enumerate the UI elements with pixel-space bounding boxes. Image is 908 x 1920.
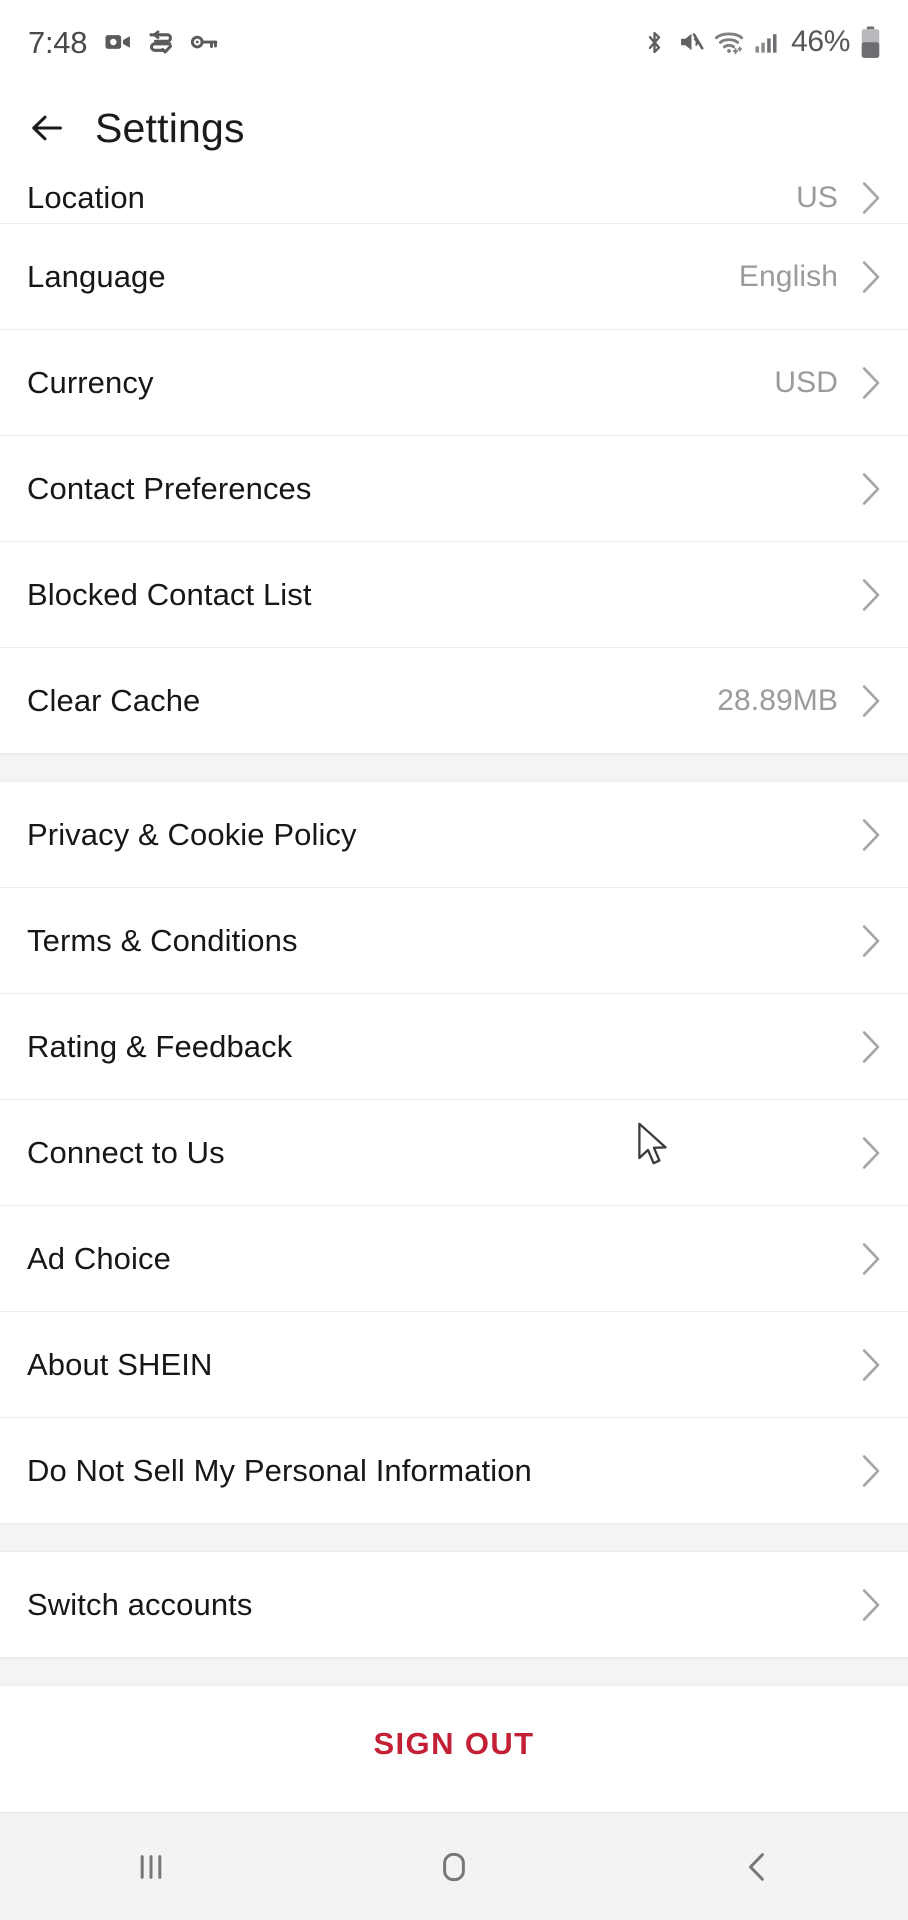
section-divider <box>0 754 908 782</box>
settings-row-label: Terms & Conditions <box>27 923 298 958</box>
settings-row[interactable]: Connect to Us <box>0 1100 908 1206</box>
settings-row-label: Ad Choice <box>27 1241 171 1276</box>
chevron-right-icon <box>860 181 882 215</box>
settings-row-label: Connect to Us <box>27 1135 225 1170</box>
battery-percentage-label: 46% <box>791 25 850 58</box>
chevron-right-icon <box>860 1588 882 1622</box>
sign-out-label: SIGN OUT <box>373 1726 535 1761</box>
system-navigation-bar <box>0 1812 908 1920</box>
chevron-right-icon <box>860 1136 882 1170</box>
settings-row-value: USD <box>774 366 838 399</box>
settings-row[interactable]: Switch accounts <box>0 1552 908 1658</box>
settings-row-label: Blocked Contact List <box>27 577 312 612</box>
status-bar-clock: 7:48 <box>28 24 88 60</box>
settings-row-label: Switch accounts <box>27 1587 253 1622</box>
settings-row-label: Contact Preferences <box>27 471 312 506</box>
chevron-right-icon <box>860 1242 882 1276</box>
chevron-right-icon <box>860 1030 882 1064</box>
settings-row-label: Language <box>27 259 166 294</box>
settings-list[interactable]: Location US Language English Currency USD Cont… <box>0 172 908 1812</box>
section-divider <box>0 1524 908 1552</box>
back-arrow-icon[interactable] <box>25 106 69 150</box>
key-icon <box>189 27 219 57</box>
settings-row[interactable]: Privacy & Cookie Policy <box>0 782 908 888</box>
settings-row[interactable]: Currency USD <box>0 330 908 436</box>
settings-row[interactable]: Blocked Contact List <box>0 542 908 648</box>
settings-row-label: Clear Cache <box>27 683 201 718</box>
chevron-right-icon <box>860 578 882 612</box>
status-bar-left: 7:48 <box>28 27 219 58</box>
sign-out-button[interactable]: SIGN OUT <box>0 1686 908 1802</box>
chevron-right-icon <box>860 924 882 958</box>
chevron-right-icon <box>860 1348 882 1382</box>
nav-back-icon[interactable] <box>682 1813 832 1920</box>
data-saver-check-icon <box>146 27 176 57</box>
home-icon[interactable] <box>379 1813 529 1920</box>
settings-row[interactable]: Clear Cache 28.89MB <box>0 648 908 754</box>
chevron-right-icon <box>860 260 882 294</box>
settings-row-label: Privacy & Cookie Policy <box>27 817 357 852</box>
battery-icon <box>859 26 882 59</box>
settings-row-value: English <box>738 260 838 293</box>
settings-row-label: Rating & Feedback <box>27 1029 293 1064</box>
volume-muted-icon <box>677 28 705 56</box>
settings-row[interactable]: Rating & Feedback <box>0 994 908 1100</box>
settings-row-label: Do Not Sell My Personal Information <box>27 1453 532 1488</box>
chevron-right-icon <box>860 818 882 852</box>
chevron-right-icon <box>860 366 882 400</box>
app-header: Settings <box>0 84 908 172</box>
wifi-icon <box>714 27 744 57</box>
settings-row-label: Location <box>27 180 146 215</box>
settings-row[interactable]: About SHEIN <box>0 1312 908 1418</box>
settings-row[interactable]: Terms & Conditions <box>0 888 908 994</box>
settings-row[interactable]: Do Not Sell My Personal Information <box>0 1418 908 1524</box>
settings-row-label: Currency <box>27 365 154 400</box>
bluetooth-icon <box>641 29 668 56</box>
status-bar: 7:48 46% <box>0 0 908 84</box>
settings-row-label: About SHEIN <box>27 1347 213 1382</box>
video-camera-icon <box>103 27 133 57</box>
status-bar-right: 46% <box>641 25 882 59</box>
section-divider <box>0 1658 908 1686</box>
page-title: Settings <box>95 104 245 151</box>
chevron-right-icon <box>860 1454 882 1488</box>
chevron-right-icon <box>860 472 882 506</box>
settings-row-value: US <box>796 181 838 214</box>
cellular-signal-icon <box>753 29 780 56</box>
chevron-right-icon <box>860 684 882 718</box>
settings-row-value: 28.89MB <box>717 684 838 717</box>
settings-row[interactable]: Language English <box>0 224 908 330</box>
settings-row[interactable]: Ad Choice <box>0 1206 908 1312</box>
settings-row[interactable]: Location US <box>0 172 908 224</box>
phone-screen: 7:48 46% Settings Location US Language E… <box>0 0 908 1920</box>
recents-icon[interactable] <box>76 1813 226 1920</box>
settings-row[interactable]: Contact Preferences <box>0 436 908 542</box>
